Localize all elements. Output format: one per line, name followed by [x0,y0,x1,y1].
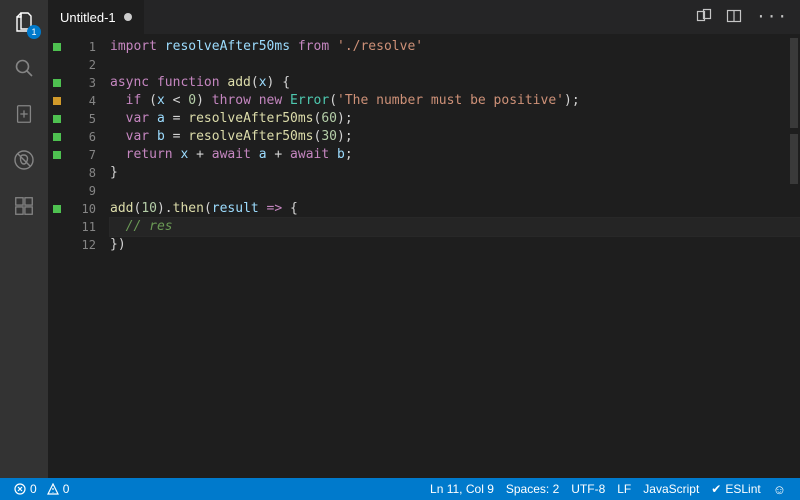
code-line[interactable] [110,56,800,74]
compare-changes-icon[interactable] [696,8,712,27]
line-number: 3 [66,74,110,92]
tab-untitled-1[interactable]: Untitled-1 [48,0,144,34]
code-line[interactable]: // res [110,218,800,236]
code-editor[interactable]: 123456789101112 import resolveAfter50ms … [48,34,800,478]
status-problems[interactable]: 0 0 [8,478,75,500]
tab-title: Untitled-1 [60,10,116,25]
code-line[interactable]: var b = resolveAfter50ms(30); [110,128,800,146]
status-bar: 0 0 Ln 11, Col 9 Spaces: 2 UTF-8 LF Java… [0,478,800,500]
breakpoint-slot[interactable] [48,56,66,74]
warning-icon [47,483,59,495]
search-icon[interactable] [10,54,38,82]
status-indent[interactable]: Spaces: 2 [500,482,565,496]
code-line[interactable]: }) [110,236,800,254]
status-encoding[interactable]: UTF-8 [565,482,611,496]
green-marker-icon [53,43,61,51]
breakpoint-slot[interactable] [48,128,66,146]
orange-marker-icon [53,97,61,105]
dirty-indicator-icon [124,13,132,21]
line-number: 12 [66,236,110,254]
breakpoint-slot[interactable] [48,182,66,200]
code-line[interactable]: var a = resolveAfter50ms(60); [110,110,800,128]
more-actions-icon[interactable]: ··· [756,9,788,25]
green-marker-icon [53,151,61,159]
warning-count: 0 [63,482,70,496]
split-editor-icon[interactable] [726,8,742,27]
line-number: 7 [66,146,110,164]
breakpoint-slot[interactable] [48,74,66,92]
explorer-badge: 1 [27,25,41,39]
line-number: 1 [66,38,110,56]
status-feedback[interactable]: ☺ [767,482,792,497]
code-line[interactable] [110,182,800,200]
extensions-icon[interactable] [10,192,38,220]
breakpoint-gutter[interactable] [48,34,66,478]
green-marker-icon [53,79,61,87]
source-control-icon[interactable] [10,100,38,128]
line-number: 4 [66,92,110,110]
line-number: 5 [66,110,110,128]
code-lines[interactable]: import resolveAfter50ms from './resolve'… [110,34,800,478]
breakpoint-slot[interactable] [48,110,66,128]
editor-group: Untitled-1 ··· 123456789101112 [48,0,800,478]
status-eslint[interactable]: ✔ ESLint [705,482,766,496]
status-eol[interactable]: LF [611,482,637,496]
breakpoint-slot[interactable] [48,200,66,218]
activity-bar: 1 [0,0,48,478]
code-line[interactable]: if (x < 0) throw new Error('The number m… [110,92,800,110]
breakpoint-slot[interactable] [48,164,66,182]
line-number: 10 [66,200,110,218]
debug-icon[interactable] [10,146,38,174]
check-icon: ✔ [711,482,721,496]
line-number-gutter: 123456789101112 [66,34,110,478]
status-language[interactable]: JavaScript [637,482,705,496]
smiley-icon: ☺ [773,482,786,497]
breakpoint-slot[interactable] [48,236,66,254]
code-line[interactable]: async function add(x) { [110,74,800,92]
line-number: 6 [66,128,110,146]
explorer-icon[interactable]: 1 [10,8,38,36]
breakpoint-slot[interactable] [48,146,66,164]
error-count: 0 [30,482,37,496]
green-marker-icon [53,205,61,213]
error-icon [14,483,26,495]
breakpoint-slot[interactable] [48,218,66,236]
line-number: 9 [66,182,110,200]
code-line[interactable]: return x + await a + await b; [110,146,800,164]
status-cursor[interactable]: Ln 11, Col 9 [424,482,500,496]
green-marker-icon [53,133,61,141]
breakpoint-slot[interactable] [48,92,66,110]
line-number: 2 [66,56,110,74]
breakpoint-slot[interactable] [48,38,66,56]
tab-bar: Untitled-1 ··· [48,0,800,34]
code-line[interactable]: add(10).then(result => { [110,200,800,218]
code-line[interactable]: import resolveAfter50ms from './resolve' [110,38,800,56]
code-line[interactable]: } [110,164,800,182]
green-marker-icon [53,115,61,123]
line-number: 8 [66,164,110,182]
line-number: 11 [66,218,110,236]
overview-ruler [788,34,800,478]
